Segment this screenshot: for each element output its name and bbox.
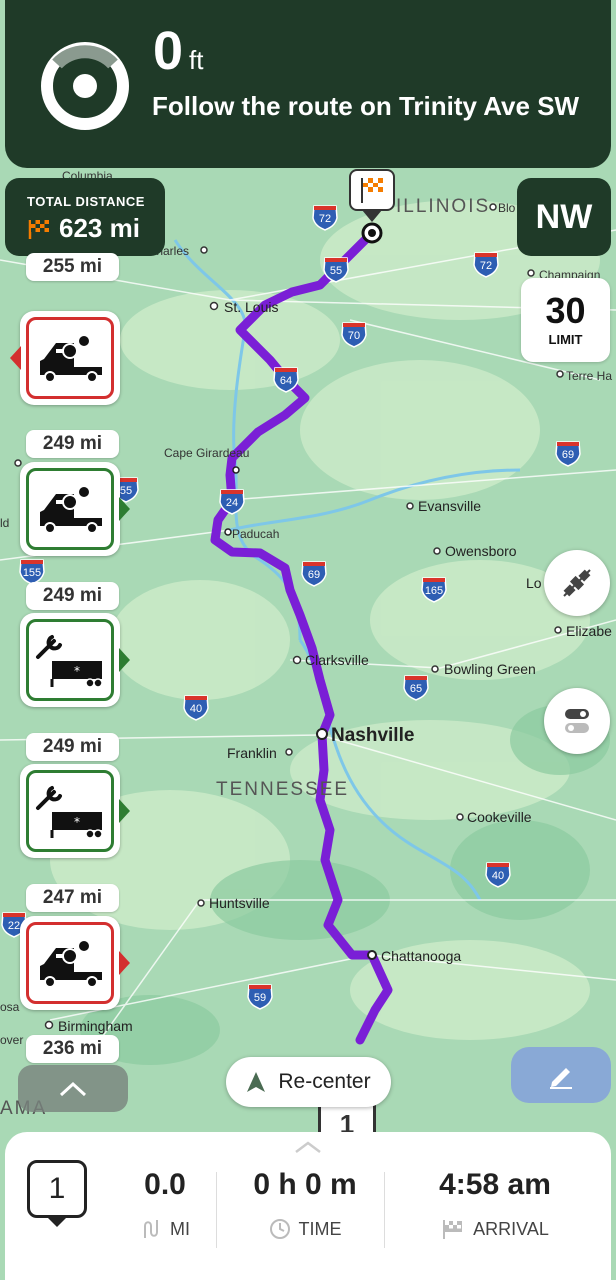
maneuver-distance-value: 0 [153,21,184,81]
total-distance-panel: TOTAL DISTANCE 623 mi [5,178,165,256]
map-city-label: osa [0,1000,20,1014]
interstate-shield-label: 69 [562,449,574,461]
truck-service-icon [40,334,102,383]
time-value: 0 h 0 m [253,1168,357,1201]
map-city-label: Nashville [331,725,414,746]
checkered-flag-icon [28,219,49,239]
edit-route-button[interactable] [511,1047,611,1103]
chevron-up-icon [59,1081,87,1096]
speed-limit-sign: 30 LIMIT [521,278,610,362]
route-distance-icon [144,1220,158,1238]
continue-route-icon [41,42,129,130]
satellite-icon [563,569,591,597]
interstate-shield-label: 55 [330,265,342,277]
map-city-label: Birmingham [58,1018,133,1034]
interstate-shield-label: 40 [190,703,202,715]
total-distance-value: 623 mi [59,213,140,243]
map-settings-toggle-button[interactable] [544,688,610,754]
maneuver-distance-unit: ft [189,45,204,75]
interstate-shield-label: 155 [23,567,41,579]
interstate-shield-label: 69 [308,569,320,581]
satellite-layer-button[interactable] [544,550,610,616]
interstate-shield-label: 64 [280,375,292,387]
map-city-label: Huntsville [209,895,270,911]
trailer-repair-icon: * [36,786,103,839]
map-city-label: Franklin [227,745,277,761]
miles-stat: 0.0 MI [115,1168,215,1240]
interstate-shield-label: 72 [480,260,492,272]
toggle-icon [565,709,589,733]
current-road-sign: 1 [318,1103,376,1139]
route-step-badge: 1 [27,1160,87,1218]
stop-distance: 236 mi [26,1035,119,1063]
map-city-label: Evansville [418,498,481,514]
map-city-label: Chattanooga [381,948,461,964]
interstate-shield-label: 165 [425,585,443,597]
stop-trailer-repair-card[interactable]: * [20,613,130,707]
map-city-label: Blo [498,201,516,215]
total-distance-label: TOTAL DISTANCE [27,194,145,209]
arrival-label: ARRIVAL [473,1218,549,1239]
stop-distance: 249 mi [26,582,119,610]
interstate-shield-label: 72 [319,213,331,225]
finish-flag-icon [443,1220,463,1239]
interstate-shield-label: 24 [226,497,238,509]
map-city-label: Lo [526,575,542,591]
map-city-label: Owensboro [445,543,517,559]
pencil-icon [550,1068,572,1089]
stop-distance: 255 mi [26,253,119,281]
truck-service-icon [40,485,102,534]
map-city-label: Bowling Green [444,661,536,677]
arrival-value: 4:58 am [439,1168,551,1201]
interstate-shield-label: 22 [8,920,20,932]
interstate-shield-label: 70 [348,330,360,342]
stop-truck-service-card[interactable] [20,916,130,1010]
interstate-shield-label: 40 [492,870,504,882]
sheet-handle-chevron-icon[interactable] [294,1140,322,1154]
time-label: TIME [298,1218,342,1239]
miles-value: 0.0 [144,1168,186,1201]
map-city-label: St. Louis [224,299,278,315]
map-city-label: Elizabe [566,623,612,639]
expand-stops-button[interactable] [18,1065,128,1112]
arrival-stat: 4:58 am ARRIVAL [415,1168,575,1240]
interstate-shield-label: 59 [254,992,266,1004]
maneuver-instruction: Follow the route on Trinity Ave SW [152,91,580,121]
stop-distance: 249 mi [26,733,119,761]
stop-distance: 247 mi [26,884,119,912]
map-city-label: ld [0,516,9,530]
map-state-label: TENNESSEE [216,779,349,800]
map-state-label: ILLINOIS [396,196,490,217]
stop-trailer-repair-card[interactable]: * [20,764,130,858]
map-city-label: Terre Ha [566,369,612,383]
map-city-label: Cookeville [467,809,532,825]
trip-summary-sheet[interactable]: 1 0.0 MI 0 h 0 m TIME 4:58 am ARRIVAL [5,1132,611,1280]
navigation-banner: 0 ft Follow the route on Trinity Ave SW [5,0,611,168]
time-stat: 0 h 0 m TIME [230,1168,380,1240]
map-city-label: Paducah [232,527,279,541]
map-city-label: over [0,1033,23,1047]
svg-text:*: * [74,815,80,829]
trailer-repair-icon: * [36,635,103,688]
miles-label: MI [170,1218,190,1239]
navigation-arrow-icon [247,1072,266,1092]
stop-truck-service-card[interactable] [10,311,120,405]
speed-limit-label: LIMIT [548,332,583,347]
svg-text:*: * [74,664,80,678]
clock-icon [269,1219,290,1239]
interstate-shield-label: 65 [410,683,422,695]
compass-heading[interactable]: NW [517,178,611,256]
map-city-label: Clarksville [305,652,369,668]
stop-distance: 249 mi [26,430,119,458]
truck-service-icon [40,939,102,988]
map-city-label: Cape Girardeau [164,446,249,460]
speed-limit-value: 30 [545,290,586,331]
maneuver-distance: 0 ft [153,20,204,82]
recenter-button[interactable]: Re-center [226,1057,391,1107]
interstate-shield-label: 55 [120,485,132,497]
stop-truck-service-card[interactable] [20,462,130,556]
recenter-label: Re-center [278,1070,371,1093]
